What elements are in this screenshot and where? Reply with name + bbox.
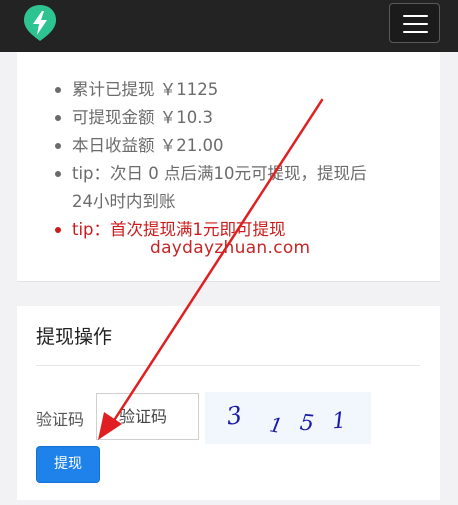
captcha-char-2: 1 — [268, 412, 285, 438]
withdraw-submit-button[interactable]: 提现 — [36, 446, 100, 483]
menu-bar-middle — [403, 23, 428, 25]
section-title: 提现操作 — [36, 326, 113, 348]
menu-bar-top — [403, 15, 428, 17]
withdraw-tip: tip：次日 0 点后满10元可提现，提现后 24小时内到账 — [55, 160, 415, 216]
captcha-image[interactable]: 3 1 5 1 — [205, 392, 371, 444]
captcha-input[interactable]: 验证码 — [96, 393, 199, 440]
stats-list: 累计已提现 ￥1125 可提现金额 ￥10.3 本日收益额 ￥21.00 tip… — [55, 76, 415, 244]
top-navbar — [0, 0, 458, 52]
withdrawable-amount: 可提现金额 ￥10.3 — [55, 104, 415, 132]
lightning-bolt-icon[interactable] — [22, 4, 58, 42]
total-withdrawn: 累计已提现 ￥1125 — [55, 76, 415, 104]
withdraw-tip-line1: tip：次日 0 点后满10元可提现，提现后 — [72, 164, 367, 183]
site-watermark: daydayzhuan.com — [150, 238, 311, 258]
today-income: 本日收益额 ￥21.00 — [55, 132, 415, 160]
menu-bar-bottom — [403, 31, 428, 33]
section-divider — [36, 365, 420, 366]
captcha-char-4: 1 — [331, 408, 347, 434]
captcha-label: 验证码 — [36, 410, 85, 429]
captcha-char-3: 5 — [299, 411, 316, 437]
hamburger-menu-button[interactable] — [389, 3, 440, 43]
withdraw-tip-line2: 24小时内到账 — [72, 192, 176, 211]
captcha-char-1: 3 — [225, 401, 244, 431]
